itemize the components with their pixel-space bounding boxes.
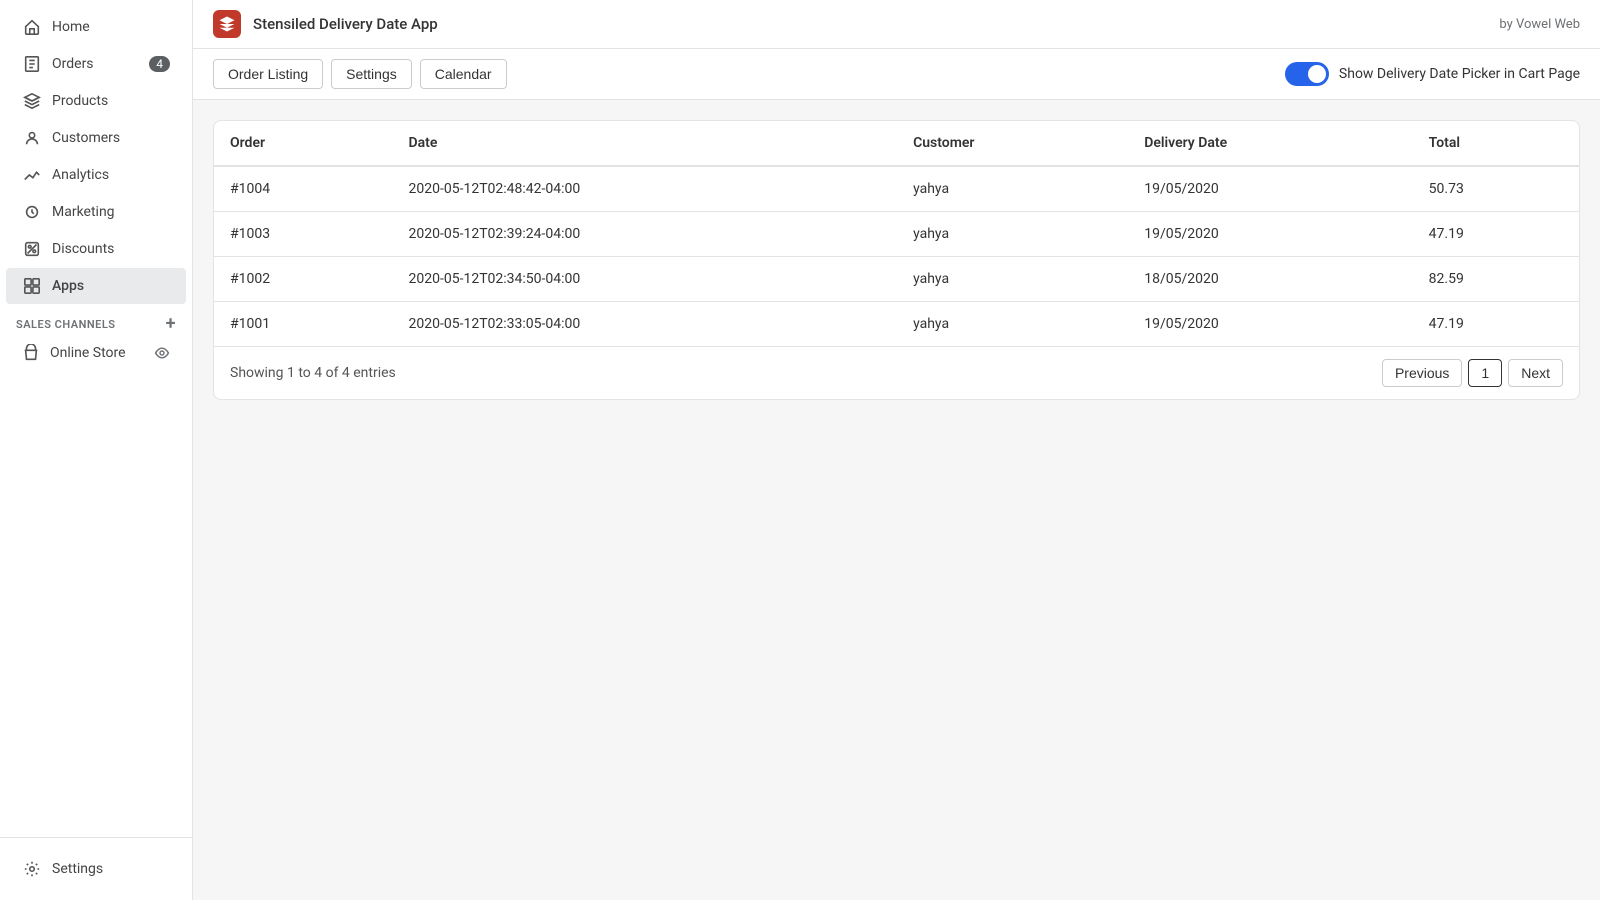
pagination-controls: Previous 1 Next <box>1382 359 1563 387</box>
apps-icon <box>22 276 42 296</box>
app-by-label: by Vowel Web <box>1499 17 1580 32</box>
settings-button[interactable]: Settings <box>331 59 412 89</box>
sidebar-item-customers-label: Customers <box>52 130 120 146</box>
cell-total: 82.59 <box>1413 257 1579 302</box>
cell-delivery-date: 19/05/2020 <box>1128 166 1412 212</box>
sidebar-item-customers[interactable]: Customers <box>6 120 186 156</box>
sidebar-item-orders-label: Orders <box>52 56 94 72</box>
sales-channels-label: SALES CHANNELS <box>16 318 116 331</box>
marketing-icon <box>22 202 42 222</box>
cell-date: 2020-05-12T02:39:24-04:00 <box>393 212 898 257</box>
previous-button[interactable]: Previous <box>1382 359 1462 387</box>
toggle-slider <box>1285 62 1329 86</box>
sidebar-item-settings-label: Settings <box>52 861 103 877</box>
col-customer: Customer <box>897 121 1128 166</box>
app-title: Stensiled Delivery Date App <box>253 15 438 33</box>
cell-date: 2020-05-12T02:34:50-04:00 <box>393 257 898 302</box>
cell-total: 47.19 <box>1413 302 1579 347</box>
sidebar-bottom: Settings <box>0 837 192 900</box>
sidebar-item-apps-label: Apps <box>52 278 84 294</box>
orders-card: Order Date Customer Delivery Date Total … <box>213 120 1580 400</box>
sidebar-item-discounts[interactable]: Discounts <box>6 231 186 267</box>
online-store-icon <box>22 344 40 362</box>
home-icon <box>22 17 42 37</box>
sidebar-item-marketing[interactable]: Marketing <box>6 194 186 230</box>
page-1-button[interactable]: 1 <box>1468 359 1502 387</box>
content-area: Order Date Customer Delivery Date Total … <box>193 100 1600 900</box>
pagination-info: Showing 1 to 4 of 4 entries <box>230 365 396 381</box>
table-row[interactable]: #1001 2020-05-12T02:33:05-04:00 yahya 19… <box>214 302 1579 347</box>
col-order: Order <box>214 121 393 166</box>
cell-delivery-date: 19/05/2020 <box>1128 212 1412 257</box>
toggle-label: Show Delivery Date Picker in Cart Page <box>1339 66 1580 82</box>
cell-order: #1002 <box>214 257 393 302</box>
delivery-date-toggle[interactable] <box>1285 62 1329 86</box>
col-delivery-date: Delivery Date <box>1128 121 1412 166</box>
cell-delivery-date: 19/05/2020 <box>1128 302 1412 347</box>
online-store-eye-icon[interactable] <box>154 345 170 361</box>
cell-date: 2020-05-12T02:48:42-04:00 <box>393 166 898 212</box>
table-row[interactable]: #1004 2020-05-12T02:48:42-04:00 yahya 19… <box>214 166 1579 212</box>
pagination: Showing 1 to 4 of 4 entries Previous 1 N… <box>214 346 1579 399</box>
add-sales-channel-icon[interactable]: + <box>166 315 176 333</box>
sidebar-item-products-label: Products <box>52 93 108 109</box>
discounts-icon <box>22 239 42 259</box>
next-button[interactable]: Next <box>1508 359 1563 387</box>
analytics-icon <box>22 165 42 185</box>
cell-order: #1001 <box>214 302 393 347</box>
col-total: Total <box>1413 121 1579 166</box>
orders-badge: 4 <box>149 56 170 72</box>
sidebar: Home Orders 4 Products <box>0 0 193 900</box>
cell-customer: yahya <box>897 166 1128 212</box>
orders-icon <box>22 54 42 74</box>
calendar-button[interactable]: Calendar <box>420 59 507 89</box>
cell-total: 47.19 <box>1413 212 1579 257</box>
sidebar-item-settings[interactable]: Settings <box>6 851 186 887</box>
table-row[interactable]: #1003 2020-05-12T02:39:24-04:00 yahya 19… <box>214 212 1579 257</box>
sidebar-item-home-label: Home <box>52 19 90 35</box>
sidebar-item-orders[interactable]: Orders 4 <box>6 46 186 82</box>
sales-channels-header: SALES CHANNELS + <box>0 305 192 337</box>
sidebar-item-marketing-label: Marketing <box>52 204 115 220</box>
sidebar-item-analytics[interactable]: Analytics <box>6 157 186 193</box>
sidebar-item-online-store[interactable]: Online Store <box>6 338 186 368</box>
sidebar-item-products[interactable]: Products <box>6 83 186 119</box>
cell-total: 50.73 <box>1413 166 1579 212</box>
online-store-label: Online Store <box>50 345 126 361</box>
cell-customer: yahya <box>897 302 1128 347</box>
cell-customer: yahya <box>897 257 1128 302</box>
toolbar: Order Listing Settings Calendar Show Del… <box>193 49 1600 100</box>
order-listing-button[interactable]: Order Listing <box>213 59 323 89</box>
sidebar-nav: Home Orders 4 Products <box>0 0 192 837</box>
main-content: Stensiled Delivery Date App by Vowel Web… <box>193 0 1600 900</box>
sidebar-item-analytics-label: Analytics <box>52 167 109 183</box>
settings-icon <box>22 859 42 879</box>
cell-order: #1004 <box>214 166 393 212</box>
table-row[interactable]: #1002 2020-05-12T02:34:50-04:00 yahya 18… <box>214 257 1579 302</box>
toggle-wrapper: Show Delivery Date Picker in Cart Page <box>1285 62 1580 86</box>
app-logo <box>213 10 241 38</box>
sidebar-item-apps[interactable]: Apps <box>6 268 186 304</box>
customers-icon <box>22 128 42 148</box>
app-header: Stensiled Delivery Date App by Vowel Web <box>193 0 1600 49</box>
sidebar-item-discounts-label: Discounts <box>52 241 114 257</box>
cell-customer: yahya <box>897 212 1128 257</box>
col-date: Date <box>393 121 898 166</box>
products-icon <box>22 91 42 111</box>
orders-table: Order Date Customer Delivery Date Total … <box>214 121 1579 346</box>
cell-order: #1003 <box>214 212 393 257</box>
sidebar-item-home[interactable]: Home <box>6 9 186 45</box>
cell-delivery-date: 18/05/2020 <box>1128 257 1412 302</box>
cell-date: 2020-05-12T02:33:05-04:00 <box>393 302 898 347</box>
